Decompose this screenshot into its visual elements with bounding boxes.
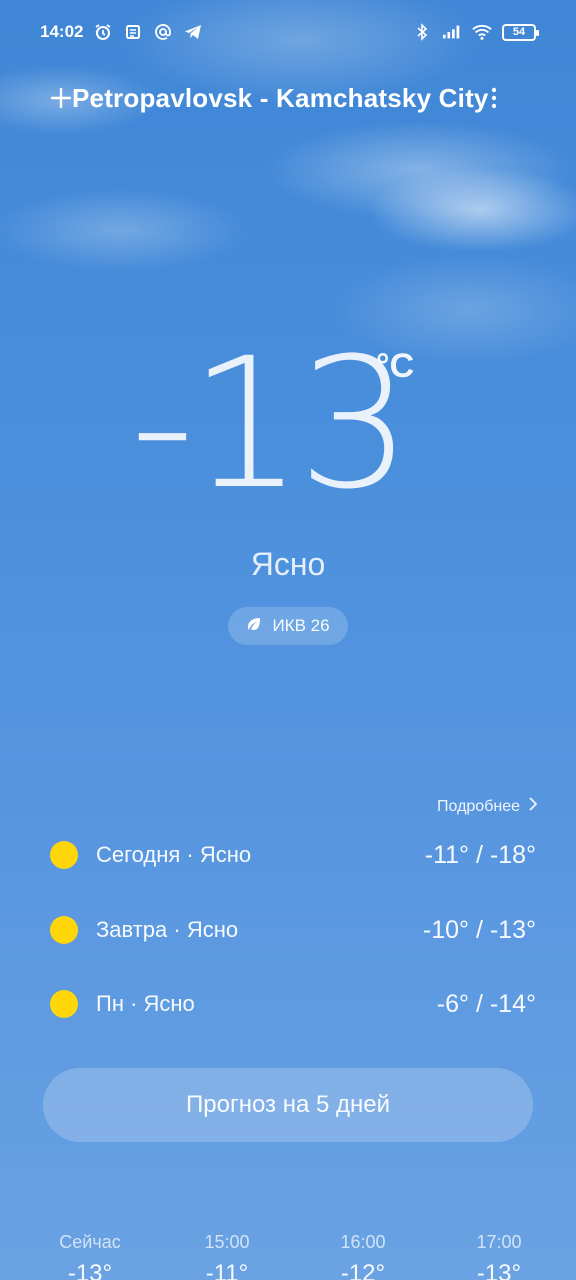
news-icon — [123, 22, 143, 42]
hour-temp: -13° — [476, 1260, 522, 1280]
day-temps: -6° / -14° — [436, 989, 536, 1018]
temperature-value: -13 — [130, 320, 412, 529]
day-label: Сегодня · Ясно — [96, 842, 252, 867]
day-temps: -11° / -18° — [424, 840, 536, 869]
day-label: Завтра · Ясно — [96, 917, 239, 942]
plus-icon[interactable] — [50, 82, 72, 114]
hourly-item: Сейчас -13° — [30, 1230, 150, 1280]
weather-condition: Ясно — [250, 546, 326, 582]
wifi-icon — [472, 22, 492, 42]
telegram-icon — [183, 22, 203, 42]
hourly-item: 17:00 -13° — [439, 1230, 559, 1280]
hour-temp: -13° — [67, 1260, 113, 1280]
hourly-forecast[interactable]: Сейчас -13° 15:00 -11° 16:00 -12° 17:00 … — [0, 1230, 576, 1280]
battery-indicator: 54 — [502, 23, 539, 41]
forecast-day-row[interactable]: Пн · Ясно -6° / -14° — [50, 984, 536, 1024]
chevron-right-icon — [528, 796, 538, 817]
city-title: Petropavlovsk - Kamchatsky City — [72, 82, 489, 113]
hour-time: 15:00 — [204, 1232, 250, 1252]
bluetooth-icon — [412, 22, 432, 42]
city-header: Petropavlovsk - Kamchatsky City — [50, 78, 526, 118]
hourly-item: 16:00 -12° — [303, 1230, 423, 1280]
at-sign-icon — [153, 22, 173, 42]
hour-temp: -11° — [205, 1260, 249, 1280]
current-temperature: -13 °C — [0, 335, 576, 515]
day-label: Пн · Ясно — [96, 991, 195, 1016]
aqi-badge[interactable]: ИКВ 26 — [228, 607, 348, 645]
status-time: 14:02 — [40, 22, 84, 41]
hour-time: 17:00 — [476, 1232, 522, 1252]
alarm-icon — [93, 22, 113, 42]
hour-time: Сейчас — [59, 1232, 121, 1252]
details-label: Подробнее — [437, 797, 520, 815]
leaf-icon — [246, 616, 262, 637]
signal-icon — [442, 22, 462, 42]
hourly-item: 15:00 -11° — [167, 1230, 287, 1280]
forecast-day-row[interactable]: Сегодня · Ясно -11° / -18° — [50, 835, 536, 875]
more-vertical-icon[interactable] — [489, 82, 499, 114]
aqi-label: ИКВ 26 — [272, 616, 330, 635]
forecast-day-row[interactable]: Завтра · Ясно -10° / -13° — [50, 910, 536, 950]
sun-icon — [50, 841, 78, 869]
sun-icon — [50, 916, 78, 944]
status-bar: 14:02 54 — [0, 0, 576, 64]
day-temps: -10° / -13° — [422, 915, 536, 944]
hour-temp: -12° — [340, 1260, 386, 1280]
details-link[interactable]: Подробнее — [437, 796, 538, 817]
hour-time: 16:00 — [340, 1232, 386, 1252]
five-day-forecast-button[interactable]: Прогноз на 5 дней — [43, 1068, 533, 1142]
sun-icon — [50, 990, 78, 1018]
temperature-unit: °C — [376, 347, 415, 385]
